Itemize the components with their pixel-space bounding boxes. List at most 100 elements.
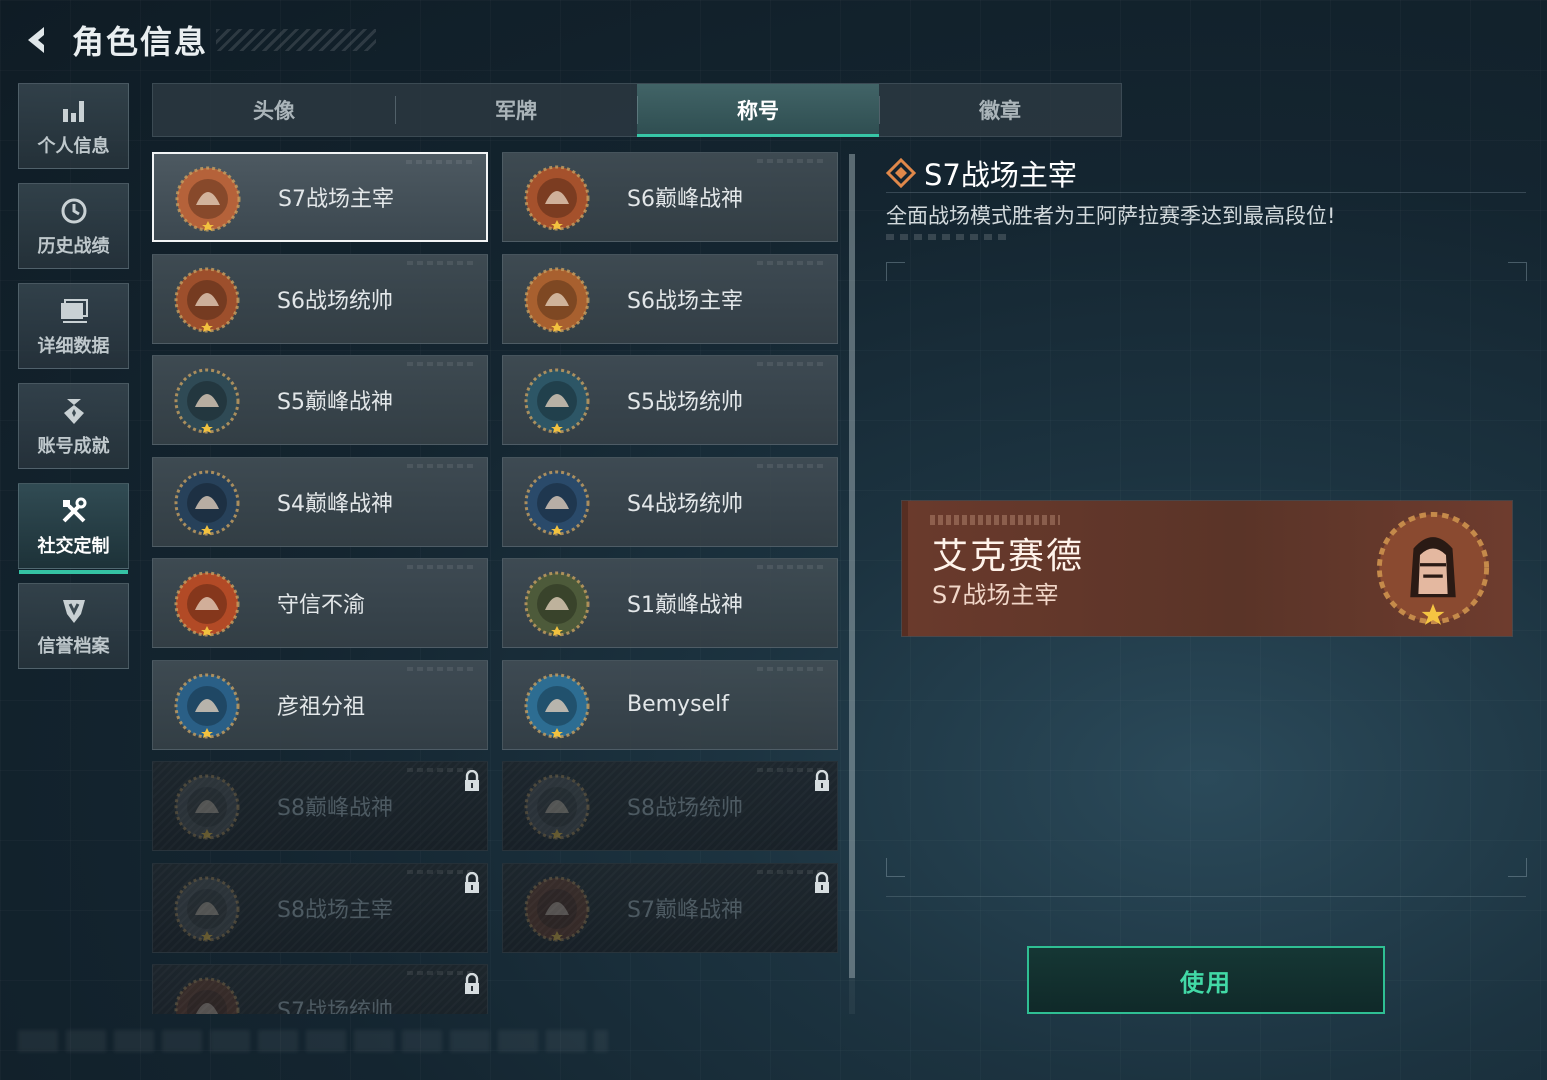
sidebar-item-social-custom[interactable]: 社交定制 — [18, 483, 129, 574]
title-card[interactable]: S6战场主宰 — [502, 253, 838, 344]
title-card[interactable]: S6巅峰战神 — [502, 152, 838, 242]
bar-chart-icon — [57, 94, 91, 128]
helmet-badge-icon — [174, 470, 240, 535]
scrollbar-thumb[interactable] — [849, 154, 855, 978]
missile-badge-icon — [524, 470, 590, 535]
character-badge-icon — [524, 673, 590, 738]
title-card[interactable]: 彦祖分祖 — [152, 659, 488, 750]
sidebar-item-personal-info[interactable]: 个人信息 — [18, 83, 129, 169]
title-preview-card: 艾克赛德 S7战场主宰 — [902, 501, 1512, 636]
back-button[interactable] — [14, 17, 60, 63]
title-card[interactable]: S8战场主宰 — [152, 862, 488, 953]
flags-badge-icon — [524, 267, 590, 332]
tab-bar: 头像 军牌 称号 徽章 — [152, 83, 1122, 137]
t-shield-badge-icon — [524, 165, 590, 231]
sidebar: 个人信息 历史战绩 详细数据 账号成就 社交定制 信誉档案 — [18, 83, 129, 683]
portrait-badge-icon — [174, 673, 240, 738]
scales-badge-icon — [174, 571, 240, 637]
lock-icon — [465, 973, 479, 994]
data-folder-icon — [57, 294, 91, 328]
page-header: 角色信息 — [14, 14, 377, 66]
bottom-divider — [886, 896, 1526, 897]
detail-header: S7战场主宰 — [886, 152, 1077, 194]
title-card[interactable]: S5巅峰战神 — [152, 355, 488, 445]
frame-corner — [1508, 262, 1527, 281]
tab-dogtag[interactable]: 军牌 — [395, 84, 637, 136]
diamond-icon — [886, 158, 916, 188]
title-card[interactable]: S8战场统帅 — [502, 761, 838, 851]
title-card[interactable]: S7战场统帅 — [152, 964, 488, 1014]
back-arrow-icon — [28, 27, 44, 53]
title-card-label: S5战场统帅 — [627, 390, 743, 415]
title-card-label: Bemyself — [627, 692, 729, 717]
shield-icon — [57, 594, 91, 628]
title-card-label: 守信不渝 — [277, 593, 366, 618]
detail-divider — [886, 192, 1526, 193]
preview-title: S7战场主宰 — [932, 581, 1059, 609]
lock-icon — [465, 770, 479, 791]
title-card[interactable]: Bemyself — [502, 659, 838, 750]
frame-corner — [1508, 858, 1527, 877]
medal-icon — [57, 394, 91, 428]
stripes-badge-icon — [174, 774, 240, 840]
title-card-label: S4巅峰战神 — [277, 491, 393, 517]
title-card-label: 彦祖分祖 — [277, 694, 366, 720]
title-card-label: S5巅峰战神 — [277, 390, 393, 415]
title-card-label: S7巅峰战神 — [627, 897, 743, 923]
building-badge-icon — [174, 876, 240, 941]
title-card-label: S1巅峰战神 — [627, 593, 743, 618]
tank-badge-icon — [524, 774, 590, 840]
sidebar-item-label: 账号成就 — [37, 436, 110, 457]
sphinx-badge-icon — [175, 166, 241, 232]
history-icon — [57, 194, 91, 228]
title-list: S7战场主宰 S6巅峰战神 S6战场统帅 S6战场主宰 S5巅峰战神 S5战场统帅 S4巅峰… — [152, 152, 842, 1014]
title-card-label: S7战场统帅 — [277, 999, 393, 1014]
sidebar-item-history[interactable]: 历史战绩 — [18, 183, 129, 269]
lock-icon — [815, 871, 829, 893]
title-card[interactable]: S4巅峰战神 — [152, 456, 488, 547]
detail-title: S7战场主宰 — [924, 158, 1077, 192]
title-decoration — [216, 29, 377, 51]
detail-decoration — [886, 234, 1006, 240]
title-card-label: S8巅峰战神 — [277, 796, 393, 821]
footer-info-blurred — [18, 1030, 608, 1052]
sphinx-badge-icon — [1376, 511, 1490, 625]
title-list-scrollbar[interactable] — [849, 154, 855, 1014]
sidebar-item-label: 信誉档案 — [37, 636, 110, 657]
sidebar-item-reputation[interactable]: 信誉档案 — [18, 583, 129, 669]
title-card[interactable]: S5战场统帅 — [502, 355, 838, 445]
tools-icon — [57, 494, 91, 528]
title-card[interactable]: S6战场统帅 — [152, 253, 488, 344]
jet-badge-icon — [174, 267, 240, 332]
tab-title[interactable]: 称号 — [637, 84, 879, 137]
title-card[interactable]: S7战场主宰 — [152, 152, 488, 242]
sidebar-item-detailed-data[interactable]: 详细数据 — [18, 283, 129, 369]
vehicle-badge-icon — [174, 977, 240, 1014]
sidebar-item-label: 个人信息 — [37, 136, 110, 157]
sidebar-item-label: 详细数据 — [37, 336, 110, 357]
frame-corner — [886, 262, 905, 281]
title-card-label: S6巅峰战神 — [627, 187, 743, 212]
page-title: 角色信息 — [72, 23, 209, 61]
tab-emblem[interactable]: 徽章 — [879, 84, 1121, 136]
frame-corner — [886, 858, 905, 877]
title-card[interactable]: S1巅峰战神 — [502, 558, 838, 648]
preview-decoration — [930, 515, 1060, 525]
speedboat-badge-icon — [524, 368, 590, 434]
title-card-label: S7战场主宰 — [278, 187, 394, 212]
lock-icon — [815, 770, 829, 791]
title-card[interactable]: S8巅峰战神 — [152, 761, 488, 851]
sidebar-item-label: 社交定制 — [37, 536, 110, 557]
title-card-label: S6战场主宰 — [627, 288, 743, 314]
title-card[interactable]: S4战场统帅 — [502, 456, 838, 547]
title-card[interactable]: 守信不渝 — [152, 558, 488, 648]
diving-mask-badge-icon — [174, 368, 240, 434]
detail-description: 全面战场模式胜者为王阿萨拉赛季达到最高段位! — [886, 204, 1336, 228]
crocodile-badge-icon — [524, 571, 590, 637]
use-button[interactable]: 使用 — [1027, 946, 1385, 1014]
sidebar-item-achievements[interactable]: 账号成就 — [18, 383, 129, 469]
title-card[interactable]: S7巅峰战神 — [502, 862, 838, 953]
tab-avatar[interactable]: 头像 — [153, 84, 395, 136]
title-card-label: S8战场统帅 — [627, 796, 743, 821]
lock-icon — [465, 871, 479, 893]
